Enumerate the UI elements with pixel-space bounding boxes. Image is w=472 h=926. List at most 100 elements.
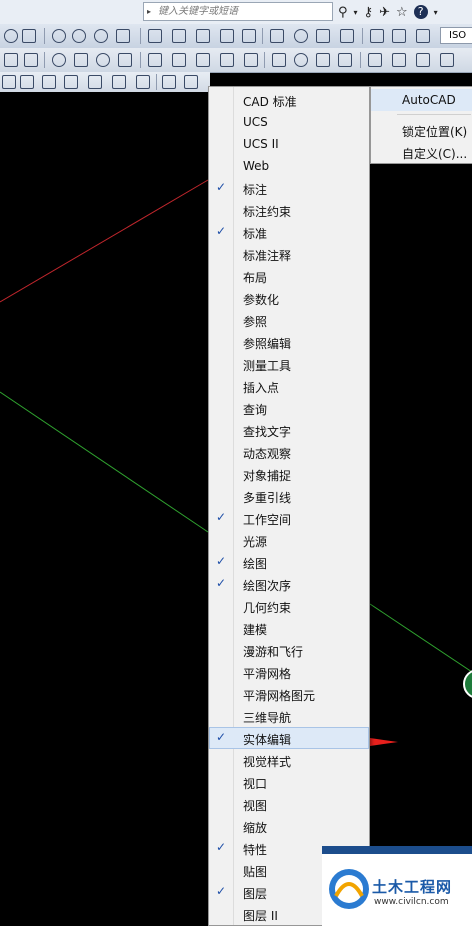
mtext-tool-icon[interactable]	[416, 53, 430, 67]
dropdown-arrow-icon[interactable]: ▾	[354, 8, 358, 17]
menu-item[interactable]: 参数化	[209, 287, 369, 309]
center-mark-icon[interactable]	[242, 29, 256, 43]
no-symbol-tool-icon[interactable]	[94, 29, 108, 43]
menu-item-label: 缩放	[243, 821, 268, 835]
inspect-tool-icon[interactable]	[270, 29, 284, 43]
ellipse-tool-icon[interactable]	[220, 53, 234, 67]
menu-item[interactable]: 视口	[209, 771, 369, 793]
title-bar: ▸ 键入关键字或短语 ⚲ ▾ ⚷ ✈ ☆ ? ▾	[0, 0, 472, 24]
binoculars-icon[interactable]: ⚲	[338, 5, 348, 20]
snap-tool-icon[interactable]	[22, 29, 36, 43]
circle-tool-icon[interactable]	[52, 29, 66, 43]
menu-item[interactable]: 测量工具	[209, 353, 369, 375]
tolerance-tool-icon[interactable]	[220, 29, 234, 43]
menu-item[interactable]: ✓ 实体编辑	[209, 727, 369, 749]
menu-item[interactable]: 对象捕捉	[209, 463, 369, 485]
menu-item[interactable]: 平滑网格图元	[209, 683, 369, 705]
help-icon[interactable]: ?	[413, 5, 428, 19]
menu-item[interactable]: 光源	[209, 529, 369, 551]
dimstyle-select[interactable]: ISO	[440, 27, 472, 44]
revcloud-tool-icon[interactable]	[172, 53, 186, 67]
edit-dim-icon[interactable]	[370, 29, 384, 43]
menu-item-label: 绘图	[243, 557, 268, 571]
continue-dim-icon[interactable]	[196, 29, 210, 43]
center-tool-icon[interactable]	[294, 29, 308, 43]
polygon-tool-icon[interactable]	[74, 53, 88, 67]
menu-item[interactable]: 查询	[209, 397, 369, 419]
menu-item-label: 工作空间	[243, 513, 292, 527]
arc-tool-2-icon[interactable]	[118, 53, 132, 67]
menu-item[interactable]: 多重引线	[209, 485, 369, 507]
toolbar-row-3	[0, 72, 210, 93]
menu-item[interactable]: UCS II	[209, 133, 369, 155]
menu-item[interactable]: 建模	[209, 617, 369, 639]
menu-item[interactable]: UCS	[209, 111, 369, 133]
menu-item[interactable]: ✓ 绘图次序	[209, 573, 369, 595]
menu-item[interactable]: 缩放	[209, 815, 369, 837]
menu-item[interactable]: 标准注释	[209, 243, 369, 265]
menu-item[interactable]: 几何约束	[209, 595, 369, 617]
menu-item[interactable]: 三维导航	[209, 705, 369, 727]
help-dropdown-icon[interactable]: ▾	[434, 8, 438, 17]
arc-tool-icon[interactable]	[4, 29, 18, 43]
menu-item[interactable]: ✓ 标注	[209, 177, 369, 199]
menu-item[interactable]: 查找文字	[209, 419, 369, 441]
menu-item[interactable]: 动态观察	[209, 441, 369, 463]
line-tool-icon[interactable]	[4, 53, 18, 67]
menu-item[interactable]: 视图	[209, 793, 369, 815]
extrude-faces-icon[interactable]	[2, 75, 16, 89]
key-icon[interactable]: ⚷	[364, 5, 374, 20]
arc-3p-tool-icon[interactable]	[72, 29, 86, 43]
update-dim-icon[interactable]	[416, 29, 430, 43]
menu-item[interactable]: 视觉样式	[209, 749, 369, 771]
make-block-icon[interactable]	[272, 53, 286, 67]
polyline-tool-icon[interactable]	[52, 53, 66, 67]
submenu-item[interactable]: AutoCAD	[371, 89, 472, 111]
copy-faces-icon[interactable]	[112, 75, 126, 89]
imprint-icon[interactable]	[162, 75, 176, 89]
taper-faces-icon[interactable]	[88, 75, 102, 89]
jogged-dim-icon[interactable]	[340, 29, 354, 43]
text-tool-icon[interactable]	[440, 53, 454, 67]
menu-item[interactable]: ✓ 绘图	[209, 551, 369, 573]
expand-arrow-icon[interactable]: ▸	[147, 3, 151, 20]
delete-faces-icon[interactable]	[42, 75, 56, 89]
menu-item[interactable]: CAD 标准	[209, 89, 369, 111]
menu-item[interactable]: 平滑网格	[209, 661, 369, 683]
point-tool-icon[interactable]	[294, 53, 308, 67]
construction-line-icon[interactable]	[24, 53, 38, 67]
favorites-star-icon[interactable]: ☆	[396, 5, 408, 20]
menu-item[interactable]: 标注约束	[209, 199, 369, 221]
menu-item[interactable]: Web	[209, 155, 369, 177]
menu-item[interactable]: 插入点	[209, 375, 369, 397]
spline-tool-icon[interactable]	[196, 53, 210, 67]
menu-item[interactable]: 漫游和飞行	[209, 639, 369, 661]
region-tool-icon[interactable]	[368, 53, 382, 67]
rectangle-tool-icon[interactable]	[96, 53, 110, 67]
menu-item-label: 标准注释	[243, 249, 292, 263]
menu-item[interactable]: 布局	[209, 265, 369, 287]
menu-item[interactable]: ✓ 工作空间	[209, 507, 369, 529]
baseline-dim-icon[interactable]	[172, 29, 186, 43]
communication-center-icon[interactable]: ✈	[379, 5, 390, 20]
clean-icon[interactable]	[184, 75, 198, 89]
check-tool-icon[interactable]	[316, 29, 330, 43]
color-faces-icon[interactable]	[136, 75, 150, 89]
dimension-tool-icon[interactable]	[148, 29, 162, 43]
move-faces-icon[interactable]	[20, 75, 34, 89]
menu-item[interactable]: 参照	[209, 309, 369, 331]
angle-tool-icon[interactable]	[116, 29, 130, 43]
gradient-tool-icon[interactable]	[338, 53, 352, 67]
search-input[interactable]: ▸ 键入关键字或短语	[143, 2, 333, 21]
edit-dim-text-icon[interactable]	[392, 29, 406, 43]
menu-item[interactable]: ✓ 标准	[209, 221, 369, 243]
submenu-item[interactable]: 锁定位置(K)	[371, 119, 472, 141]
hatch-tool-icon[interactable]	[316, 53, 330, 67]
insert-block-icon[interactable]	[244, 53, 258, 67]
table-tool-icon[interactable]	[392, 53, 406, 67]
circle-tool-2-icon[interactable]	[148, 53, 162, 67]
menu-item[interactable]: 参照编辑	[209, 331, 369, 353]
menu-item-label: 视口	[243, 777, 268, 791]
submenu-item[interactable]: 自定义(C)...	[371, 141, 472, 163]
rotate-faces-icon[interactable]	[64, 75, 78, 89]
